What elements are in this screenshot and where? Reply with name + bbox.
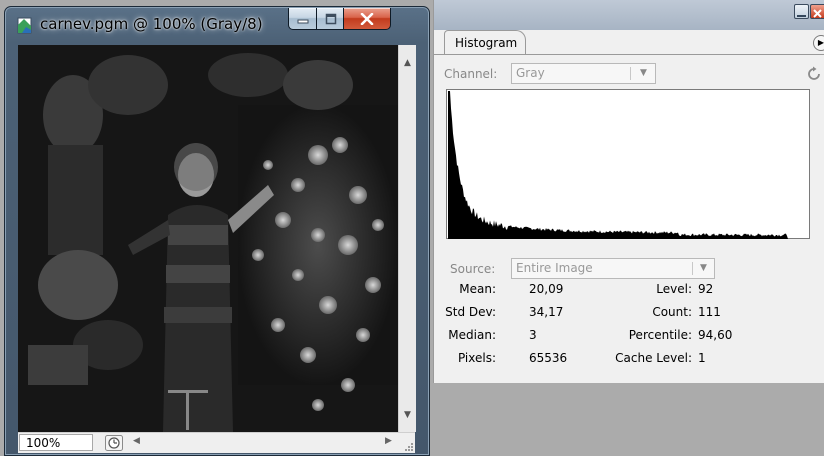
std-dev-value: 34,17 xyxy=(529,305,564,319)
channel-label: Channel: xyxy=(444,67,498,81)
scroll-down-icon[interactable]: ▼ xyxy=(399,407,416,424)
median-label: Median: xyxy=(448,328,496,342)
panel-close-button[interactable] xyxy=(810,4,824,19)
chevron-down-icon: ▼ xyxy=(700,263,707,273)
tab-histogram[interactable]: Histogram xyxy=(444,30,526,54)
histogram-bars xyxy=(448,91,810,239)
std-dev-label: Std Dev: xyxy=(445,305,496,319)
document-title: carnev.pgm @ 100% (Gray/8) xyxy=(40,15,263,33)
percentile-label: Percentile: xyxy=(628,328,692,342)
resize-grip-icon[interactable] xyxy=(404,442,414,452)
maximize-icon xyxy=(325,13,336,24)
chevron-down-icon: ▼ xyxy=(640,68,647,78)
status-bar: 100% ◀ ▶ xyxy=(18,432,415,453)
histogram-graph[interactable] xyxy=(446,89,810,239)
panel-titlebar[interactable] xyxy=(434,0,824,30)
document-window[interactable]: carnev.pgm @ 100% (Gray/8) ▲ ▼ 100% ◀ ▶ xyxy=(4,6,430,456)
level-label: Level: xyxy=(656,282,692,296)
vertical-scrollbar[interactable]: ▲ ▼ xyxy=(398,45,416,432)
cache-level-value: 1 xyxy=(698,351,706,365)
histogram-panel: Histogram ▶ Channel: Gray ▼ Source: Enti… xyxy=(433,0,824,383)
scroll-left-icon[interactable]: ◀ xyxy=(133,436,140,446)
maximize-button[interactable] xyxy=(316,8,345,30)
mean-label: Mean: xyxy=(459,282,496,296)
close-icon xyxy=(813,9,822,18)
channel-value: Gray xyxy=(516,66,545,80)
scroll-up-icon[interactable]: ▲ xyxy=(399,55,416,72)
status-menu-icon[interactable] xyxy=(105,435,123,451)
source-select[interactable]: Entire Image ▼ xyxy=(511,258,715,279)
median-value: 3 xyxy=(529,328,537,342)
minimize-icon xyxy=(797,15,806,17)
document-titlebar[interactable]: carnev.pgm @ 100% (Gray/8) xyxy=(5,7,429,41)
count-value: 111 xyxy=(698,305,721,319)
source-value: Entire Image xyxy=(516,261,593,275)
image-canvas[interactable] xyxy=(18,45,398,432)
count-label: Count: xyxy=(652,305,692,319)
source-label: Source: xyxy=(450,262,496,276)
tab-divider xyxy=(434,54,824,55)
level-value: 92 xyxy=(698,282,714,296)
cache-level-label: Cache Level: xyxy=(615,351,692,365)
zoom-field[interactable]: 100% xyxy=(19,434,93,451)
photoshop-document-icon xyxy=(17,17,32,34)
pixels-value: 65536 xyxy=(529,351,568,365)
panel-menu-icon[interactable]: ▶ xyxy=(813,35,824,51)
channel-select[interactable]: Gray ▼ xyxy=(511,63,656,84)
close-button[interactable] xyxy=(343,8,391,30)
minimize-button[interactable] xyxy=(288,8,318,30)
minimize-icon xyxy=(297,19,309,23)
refresh-icon[interactable] xyxy=(806,66,822,82)
percentile-value: 94,60 xyxy=(698,328,733,342)
panel-minimize-button[interactable] xyxy=(794,4,809,19)
mean-value: 20,09 xyxy=(529,282,564,296)
close-icon xyxy=(360,12,374,25)
scroll-right-icon[interactable]: ▶ xyxy=(385,436,392,446)
carnival-photo xyxy=(18,45,398,432)
pixels-label: Pixels: xyxy=(457,351,496,365)
histogram-curve xyxy=(448,91,810,239)
